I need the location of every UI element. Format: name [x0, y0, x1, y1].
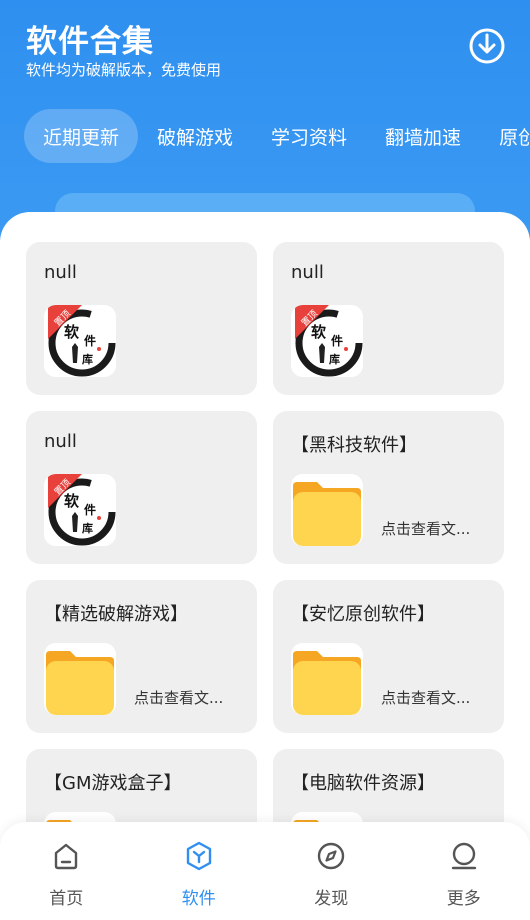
nav-more-label: 更多: [446, 889, 481, 909]
card-caption: 点击查看文...: [134, 689, 224, 707]
nav-discover[interactable]: 发现: [265, 822, 398, 920]
app-header: 软件合集 软件均为破解版本，免费使用 近期更新 破解游戏 学习资料 翻墙加速 原…: [0, 0, 530, 240]
download-icon[interactable]: [467, 26, 507, 66]
tab-original[interactable]: 原创: [480, 109, 530, 163]
svg-text:库: 库: [329, 352, 340, 366]
svg-text:软: 软: [64, 492, 79, 510]
nav-discover-label: 发现: [314, 889, 349, 909]
app-title: 软件合集: [26, 24, 154, 60]
svg-text:件: 件: [331, 333, 343, 348]
software-card[interactable]: null 置顶 软 件 库: [26, 411, 257, 564]
software-card[interactable]: 【黑科技软件】 点击查看文...: [273, 411, 504, 564]
nav-software-label: 软件: [181, 889, 216, 909]
app-subtitle: 软件均为破解版本，免费使用: [26, 61, 222, 79]
svg-text:库: 库: [82, 521, 93, 535]
folder-icon: [291, 643, 363, 715]
content-area: null 置顶 软 件 库 null 置顶 软 件 库 null 置顶 软 件 …: [0, 212, 530, 920]
card-title: 【精选破解游戏】: [44, 604, 188, 625]
svg-text:件: 件: [84, 502, 96, 517]
home-icon: [55, 843, 78, 870]
nav-software[interactable]: 软件: [133, 822, 266, 920]
tab-cracked-games[interactable]: 破解游戏: [138, 109, 252, 163]
category-tabs: 近期更新 破解游戏 学习资料 翻墙加速 原创: [24, 108, 530, 164]
software-library-logo: 置顶 软 件 库: [291, 305, 363, 377]
card-title: 【GM游戏盒子】: [44, 773, 182, 794]
tab-vpn[interactable]: 翻墙加速: [366, 109, 480, 163]
tab-recent[interactable]: 近期更新: [24, 109, 139, 163]
card-caption: 点击查看文...: [381, 520, 471, 538]
svg-text:软: 软: [64, 323, 79, 341]
card-title: 【黑科技软件】: [291, 435, 417, 456]
tab-study-materials[interactable]: 学习资料: [252, 109, 366, 163]
software-card[interactable]: 【精选破解游戏】 点击查看文...: [26, 580, 257, 733]
software-library-logo: 置顶 软 件 库: [44, 305, 116, 377]
software-grid: null 置顶 软 件 库 null 置顶 软 件 库 null 置顶 软 件 …: [26, 242, 504, 902]
svg-text:库: 库: [82, 352, 93, 366]
software-card[interactable]: null 置顶 软 件 库: [273, 242, 504, 395]
card-caption: 点击查看文...: [381, 689, 471, 707]
cube-icon: [186, 841, 211, 871]
nav-more[interactable]: 更多: [398, 822, 530, 920]
card-title: 【电脑软件资源】: [291, 773, 435, 794]
folder-icon: [44, 643, 116, 715]
software-library-logo: 置顶 软 件 库: [44, 474, 116, 546]
compass-icon: [318, 842, 345, 870]
software-card[interactable]: 【安忆原创软件】 点击查看文...: [273, 580, 504, 733]
software-card[interactable]: null 置顶 软 件 库: [26, 242, 257, 395]
user-icon: [451, 842, 476, 870]
svg-text:件: 件: [84, 333, 96, 348]
nav-home[interactable]: 首页: [0, 822, 133, 920]
card-title: null: [44, 262, 77, 283]
card-title: null: [291, 262, 324, 283]
svg-text:软: 软: [311, 323, 326, 341]
card-title: 【安忆原创软件】: [291, 604, 435, 625]
bottom-navigation: 首页 软件 发现 更多: [0, 822, 530, 920]
nav-home-label: 首页: [49, 889, 84, 909]
card-title: null: [44, 431, 77, 452]
folder-icon: [291, 474, 363, 546]
